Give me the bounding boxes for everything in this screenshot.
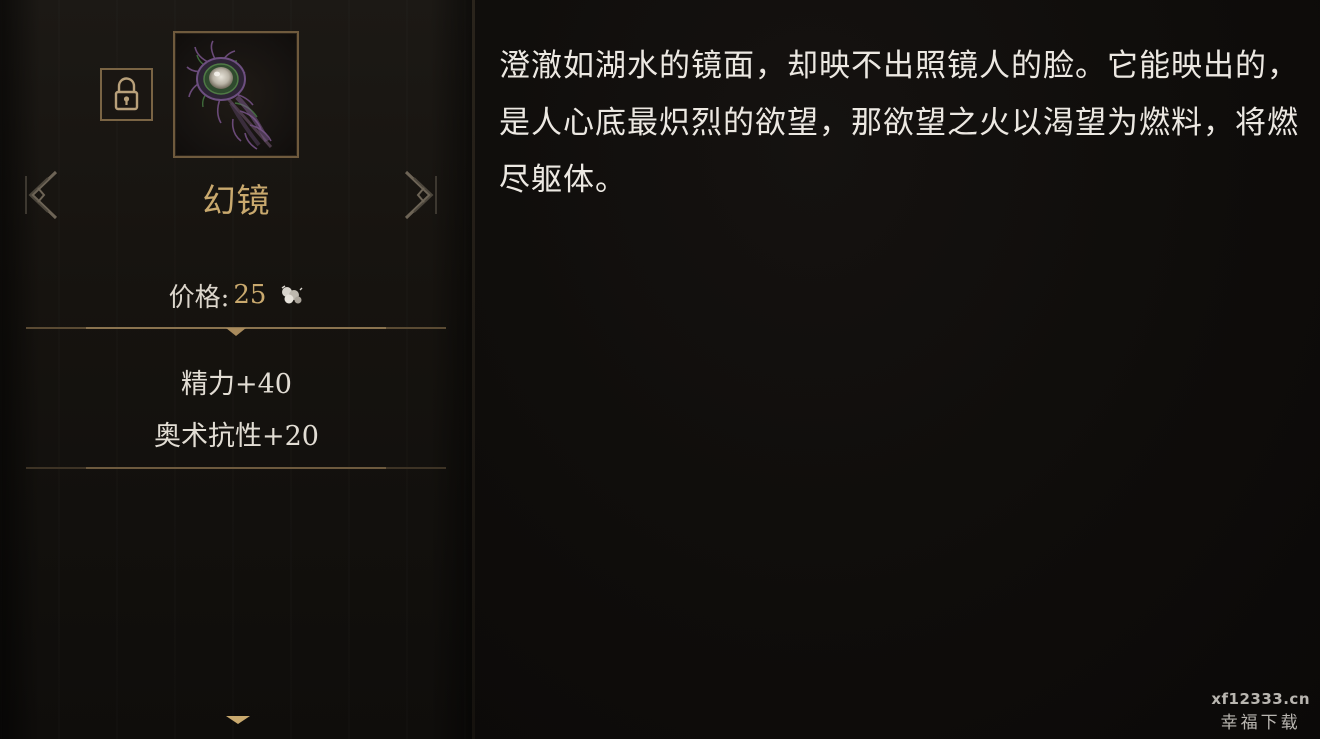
item-info-panel: 幻镜 价格: 25 精力+40 奥术抗性+20 (0, 0, 474, 739)
price-row: 价格: 25 (100, 278, 373, 313)
stat-line: 精力+40 (181, 369, 292, 400)
bottom-ornament-divider (26, 467, 446, 469)
lock-button[interactable] (100, 68, 153, 121)
item-icon-frame[interactable] (173, 31, 299, 158)
item-name: 幻镜 (202, 181, 271, 220)
item-tooltip-screen: 幻镜 价格: 25 精力+40 奥术抗性+20 澄澈如湖水的镜面，却映不出照镜人… (0, 0, 1320, 739)
top-ornament-divider (26, 327, 446, 336)
peacock-feather-icon (186, 40, 273, 150)
site-watermark: xf12333.cn 幸福下载 (1211, 690, 1310, 733)
price-value: 25 (233, 280, 267, 310)
lock-icon (114, 77, 139, 111)
item-description: 澄澈如湖水的镜面，却映不出照镜人的脸。它能映出的，是人心底最炽烈的欲望，那欲望之… (499, 48, 1299, 198)
description-panel: 澄澈如湖水的镜面，却映不出照镜人的脸。它能映出的，是人心底最炽烈的欲望，那欲望之… (475, 0, 1320, 739)
previous-item-arrow-icon[interactable] (22, 168, 62, 222)
gold-coins-icon (282, 285, 303, 304)
price-label: 价格: (168, 282, 230, 313)
scroll-down-arrow-icon[interactable] (224, 714, 252, 726)
watermark-name: 幸福下载 (1220, 713, 1301, 733)
watermark-url: xf12333.cn (1211, 690, 1310, 708)
next-item-arrow-icon[interactable] (400, 168, 440, 222)
stat-line: 奥术抗性+20 (154, 421, 319, 452)
